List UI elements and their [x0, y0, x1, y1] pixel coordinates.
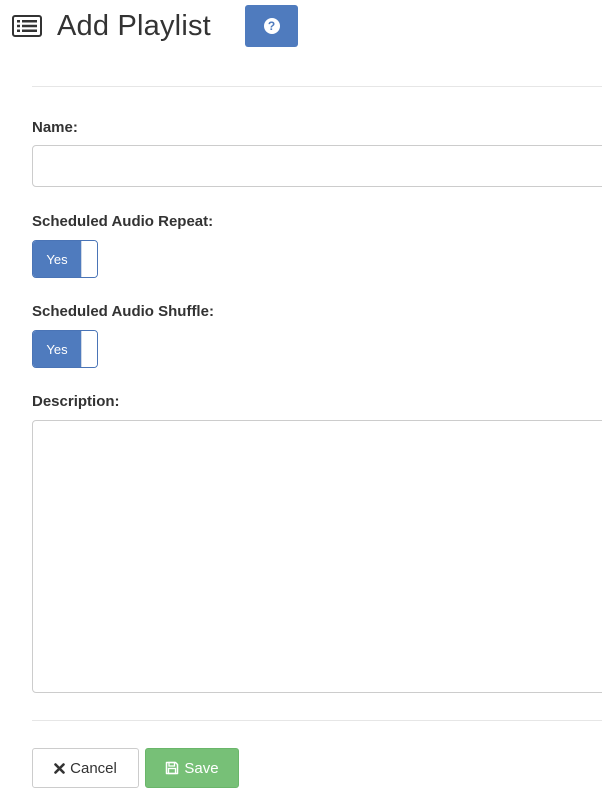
- floppy-disk-icon: [165, 761, 179, 775]
- cancel-label: Cancel: [70, 759, 117, 777]
- save-button[interactable]: Save: [145, 748, 239, 788]
- save-label: Save: [184, 759, 219, 777]
- repeat-toggle[interactable]: Yes: [32, 240, 98, 278]
- repeat-toggle-handle: [81, 241, 97, 277]
- add-playlist-page: Add Playlist ? Name: Scheduled Audio Rep…: [0, 0, 602, 789]
- description-textarea[interactable]: [32, 420, 602, 693]
- shuffle-toggle-state: Yes: [33, 331, 81, 367]
- footer-divider: [32, 720, 602, 721]
- name-label: Name:: [32, 119, 78, 136]
- list-icon: [12, 15, 42, 37]
- times-icon: [54, 762, 65, 774]
- repeat-label: Scheduled Audio Repeat:: [32, 213, 214, 230]
- page-header: Add Playlist: [12, 4, 211, 48]
- repeat-toggle-state: Yes: [33, 241, 81, 277]
- name-input[interactable]: [32, 145, 602, 187]
- shuffle-label: Scheduled Audio Shuffle:: [32, 303, 214, 320]
- page-title: Add Playlist: [57, 9, 211, 42]
- shuffle-toggle-handle: [81, 331, 97, 367]
- header-divider: [32, 86, 602, 87]
- cancel-button[interactable]: Cancel: [32, 748, 139, 788]
- description-label: Description:: [32, 393, 120, 410]
- help-button[interactable]: ?: [245, 5, 298, 47]
- question-circle-icon: ?: [263, 18, 280, 34]
- shuffle-toggle[interactable]: Yes: [32, 330, 98, 368]
